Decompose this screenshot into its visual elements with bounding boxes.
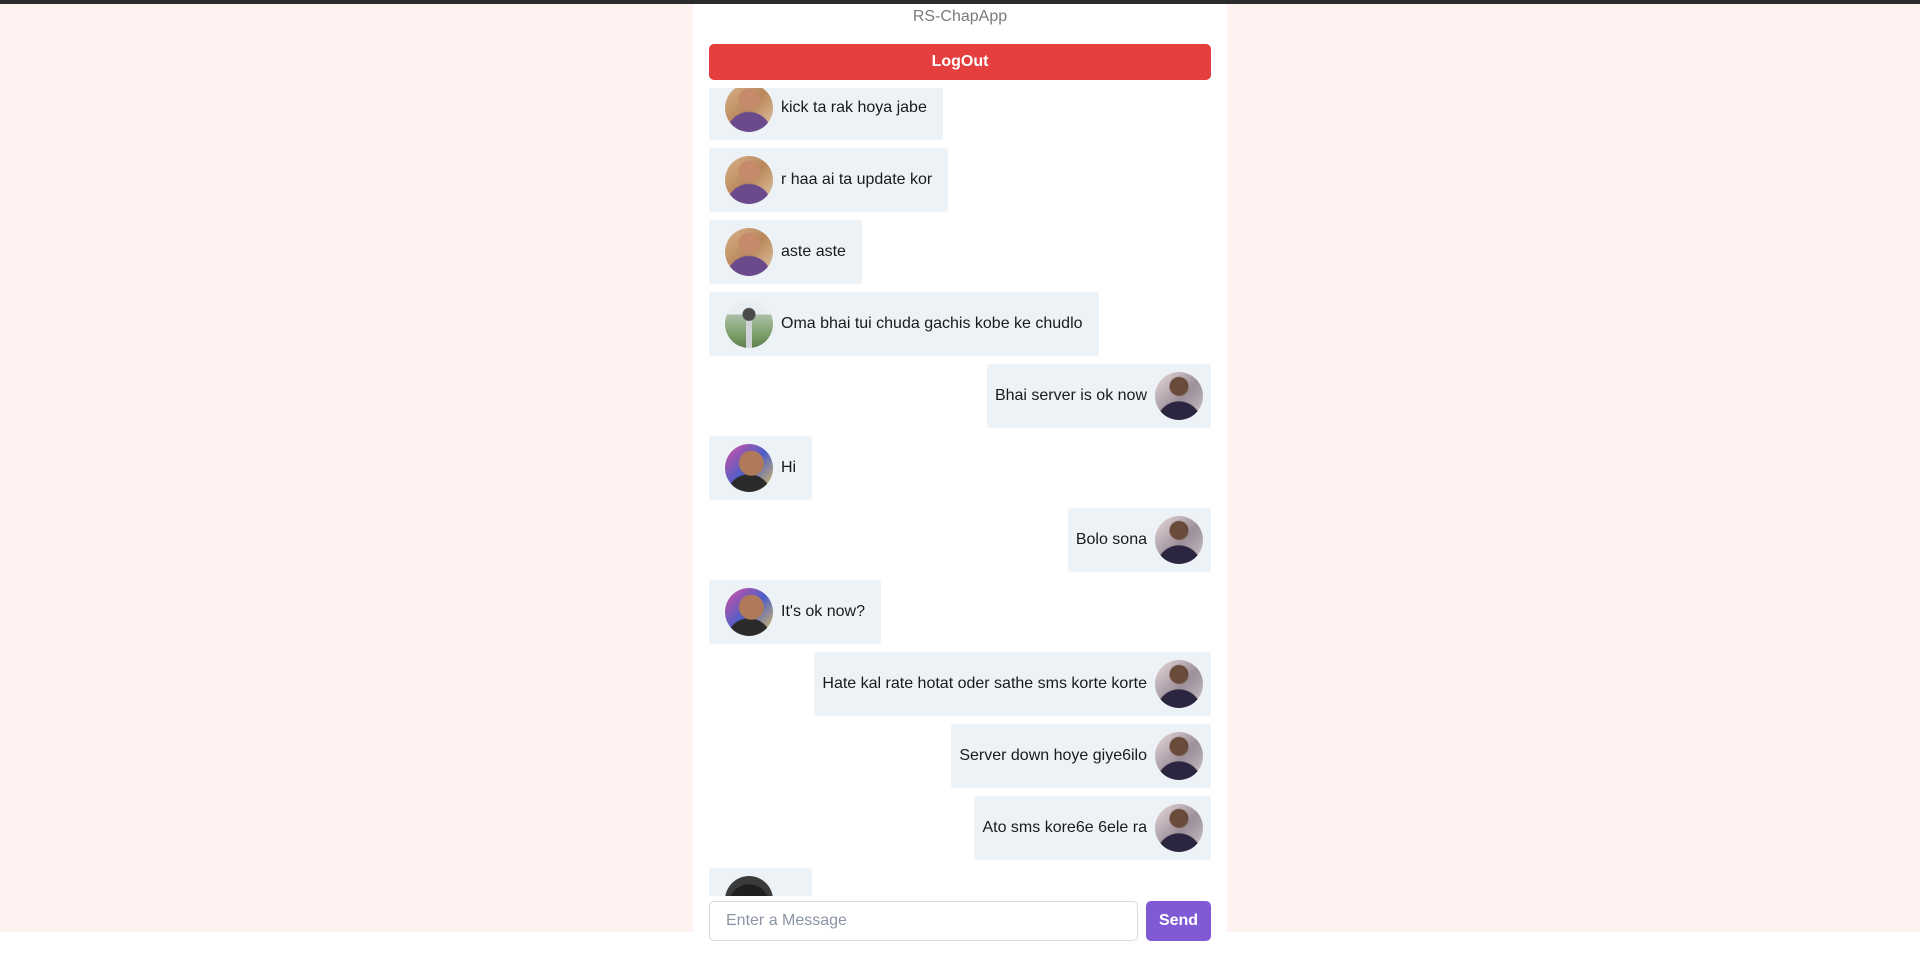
logout-button[interactable]: LogOut xyxy=(709,44,1211,80)
message-bubble xyxy=(709,868,812,896)
message-bubble: kick ta rak hoya jabe xyxy=(709,88,943,140)
user-avatar-icon xyxy=(725,228,773,276)
message-bubble: r haa ai ta update kor xyxy=(709,148,949,212)
own-message-bubble: Server down hoye giye6ilo xyxy=(951,724,1211,788)
message-bubble: It's ok now? xyxy=(709,580,881,644)
chat-panel: RS-ChapApp LogOut kick ta rak hoya jabe … xyxy=(693,4,1227,971)
user-avatar-icon xyxy=(725,88,773,132)
message-text: Bolo sona xyxy=(1075,531,1147,548)
message-input[interactable] xyxy=(709,901,1138,941)
own-message-bubble: Ato sms kore6e 6ele ra xyxy=(974,796,1211,860)
message-bubble: aste aste xyxy=(709,220,862,284)
message-text: r haa ai ta update kor xyxy=(781,171,933,188)
self-avatar-icon xyxy=(1155,516,1203,564)
message-text: Ato sms kore6e 6ele ra xyxy=(982,819,1147,836)
message-text: It's ok now? xyxy=(781,603,865,620)
user-avatar-icon xyxy=(725,876,773,896)
message-composer: Send xyxy=(709,901,1211,941)
own-message-bubble: Hate kal rate hotat oder sathe sms korte… xyxy=(814,652,1211,716)
message-list[interactable]: kick ta rak hoya jabe r haa ai ta update… xyxy=(709,88,1211,896)
message-text: Bhai server is ok now xyxy=(994,387,1147,404)
user-avatar-icon xyxy=(725,156,773,204)
send-button[interactable]: Send xyxy=(1146,901,1211,941)
self-avatar-icon xyxy=(1155,372,1203,420)
message-text: Hi xyxy=(781,459,797,476)
app-title: RS-ChapApp xyxy=(912,8,1008,25)
self-avatar-icon xyxy=(1155,660,1203,708)
self-avatar-icon xyxy=(1155,804,1203,852)
message-text: kick ta rak hoya jabe xyxy=(781,99,927,116)
message-bubble: Oma bhai tui chuda gachis kobe ke chudlo xyxy=(709,292,1099,356)
message-text: Hate kal rate hotat oder sathe sms korte… xyxy=(822,675,1147,692)
message-text: Server down hoye giye6ilo xyxy=(959,747,1147,764)
message-bubble: Hi xyxy=(709,436,813,500)
user-avatar-icon xyxy=(725,444,773,492)
self-avatar-icon xyxy=(1155,732,1203,780)
own-message-bubble: Bhai server is ok now xyxy=(986,364,1211,428)
own-message-bubble: Bolo sona xyxy=(1067,508,1211,572)
user-avatar-icon xyxy=(725,588,773,636)
message-text: aste aste xyxy=(781,243,846,260)
message-text: Oma bhai tui chuda gachis kobe ke chudlo xyxy=(781,315,1083,332)
user-avatar-icon xyxy=(725,300,773,348)
